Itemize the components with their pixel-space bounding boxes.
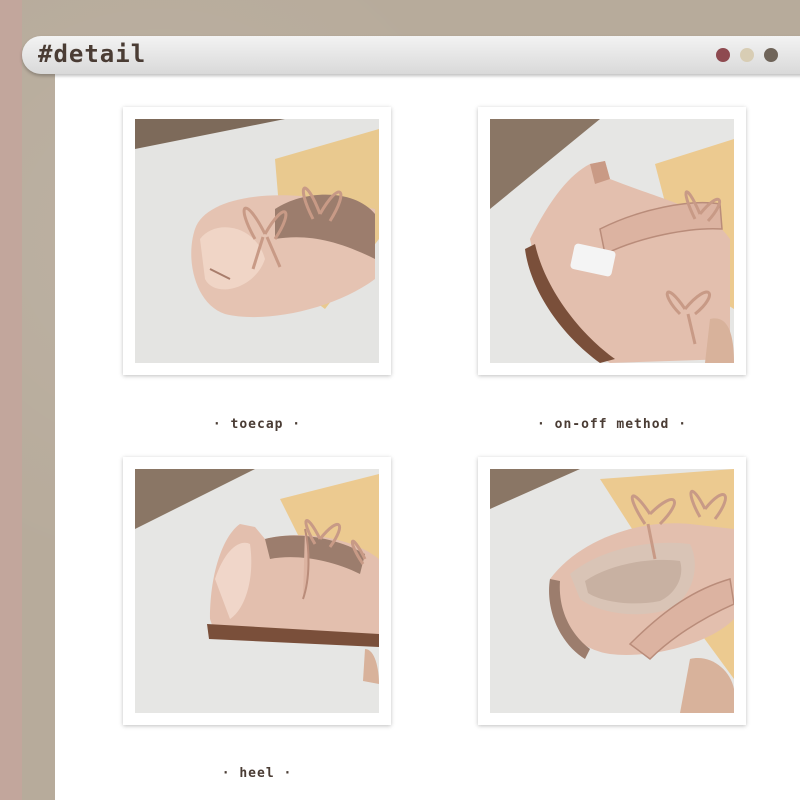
photo-card-on-off-method bbox=[478, 107, 746, 375]
caption-toecap: · toecap · bbox=[212, 417, 302, 432]
caption-heel: · heel · bbox=[221, 766, 293, 781]
shoe-toecap-image bbox=[135, 119, 379, 363]
photo-insole bbox=[490, 469, 734, 713]
left-border-strip bbox=[0, 0, 22, 800]
shoe-strap-image bbox=[490, 119, 734, 363]
photo-toecap bbox=[135, 119, 379, 363]
shoe-heel-image bbox=[135, 469, 379, 713]
page-title: #detail bbox=[38, 40, 147, 68]
window-dot-beige bbox=[740, 48, 754, 62]
photo-heel bbox=[135, 469, 379, 713]
photo-card-toecap bbox=[123, 107, 391, 375]
window-dot-gray bbox=[764, 48, 778, 62]
photo-on-off-method bbox=[490, 119, 734, 363]
photo-card-insole bbox=[478, 457, 746, 725]
shoe-insole-image bbox=[490, 469, 734, 713]
window-dot-red bbox=[716, 48, 730, 62]
title-bar: #detail bbox=[22, 36, 800, 74]
caption-on-off-method: · on-off method · bbox=[536, 417, 688, 432]
photo-card-heel bbox=[123, 457, 391, 725]
